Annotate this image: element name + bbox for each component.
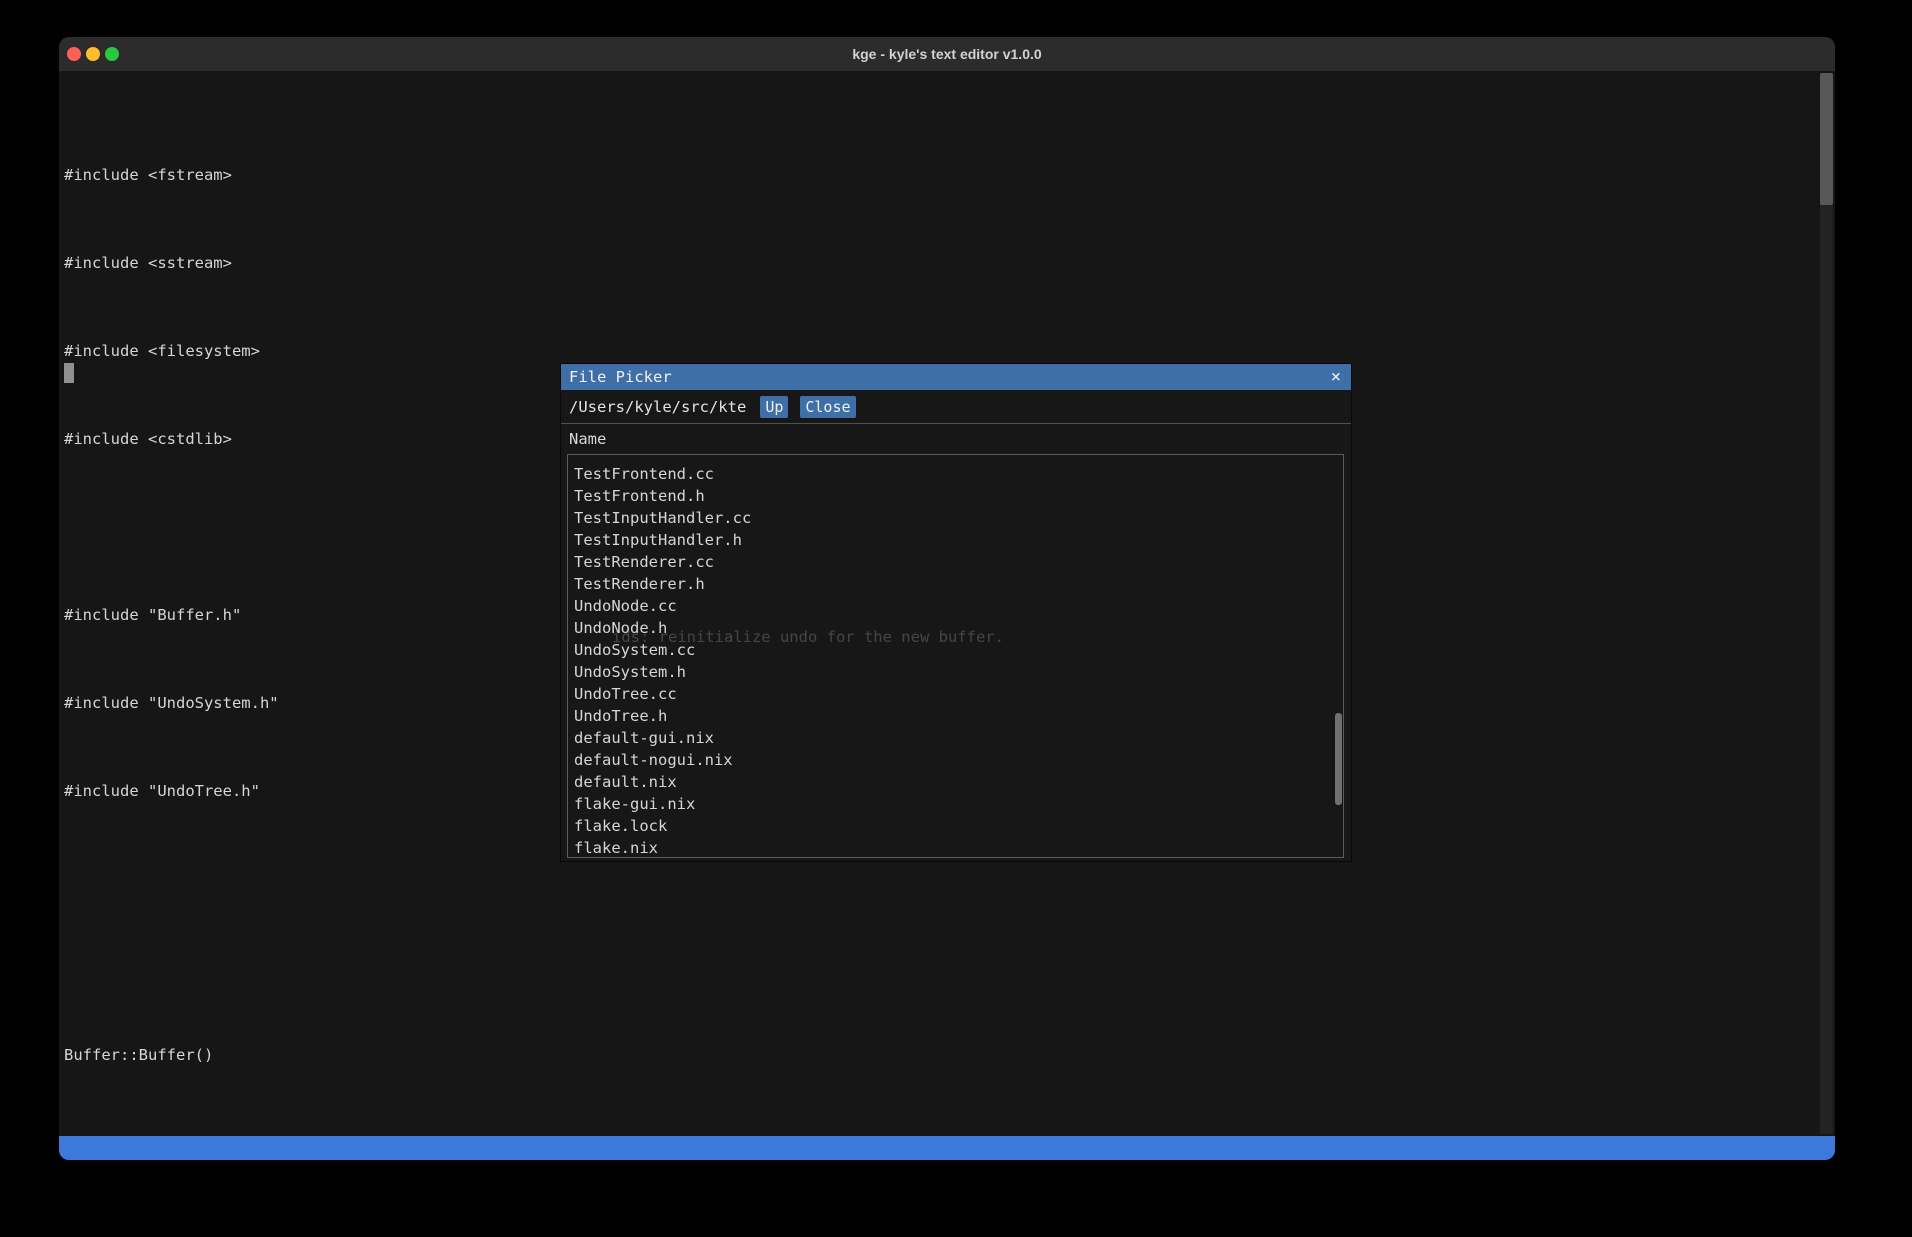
- dialog-path-row: /Users/kyle/src/kte Up Close: [561, 390, 1351, 423]
- file-item[interactable]: TestRenderer.h: [574, 573, 1343, 595]
- file-picker-dialog: File Picker × /Users/kyle/src/kte Up Clo…: [561, 364, 1351, 861]
- editor-scrollbar-thumb[interactable]: [1820, 73, 1833, 205]
- text-cursor: [64, 363, 74, 383]
- zoom-window-button[interactable]: [105, 47, 119, 61]
- file-item[interactable]: TestFrontend.cc: [574, 463, 1343, 485]
- file-item[interactable]: UndoTree.cc: [574, 683, 1343, 705]
- dialog-title: File Picker: [569, 364, 672, 390]
- file-list-scrollbar-thumb[interactable]: [1335, 713, 1342, 805]
- file-item[interactable]: flake.nix: [574, 837, 1343, 858]
- file-item[interactable]: UndoNode.cc: [574, 595, 1343, 617]
- file-item[interactable]: flake-gui.nix: [574, 793, 1343, 815]
- dialog-close-icon[interactable]: ×: [1331, 364, 1341, 390]
- file-item[interactable]: flake.lock: [574, 815, 1343, 837]
- editor-window: kge - kyle's text editor v1.0.0 #include…: [59, 37, 1835, 1160]
- file-item[interactable]: TestInputHandler.cc: [574, 507, 1343, 529]
- close-window-button[interactable]: [67, 47, 81, 61]
- code-line[interactable]: #include <filesystem>: [64, 340, 717, 362]
- file-item[interactable]: default.nix: [574, 771, 1343, 793]
- up-button[interactable]: Up: [760, 396, 788, 418]
- code-line[interactable]: #include <fstream>: [64, 164, 717, 186]
- close-button[interactable]: Close: [800, 396, 855, 418]
- window-title: kge - kyle's text editor v1.0.0: [59, 37, 1835, 71]
- file-item[interactable]: UndoNode.h: [574, 617, 1343, 639]
- name-column-header: Name: [561, 424, 1351, 454]
- file-list: TestFrontend.cc TestFrontend.h TestInput…: [567, 454, 1344, 858]
- file-item[interactable]: default-gui.nix: [574, 727, 1343, 749]
- window-titlebar[interactable]: kge - kyle's text editor v1.0.0: [59, 37, 1835, 71]
- code-line[interactable]: #include <sstream>: [64, 252, 717, 274]
- code-line[interactable]: [64, 956, 717, 978]
- file-item[interactable]: UndoSystem.cc: [574, 639, 1343, 661]
- file-item[interactable]: TestInputHandler.h: [574, 529, 1343, 551]
- code-line[interactable]: Buffer::Buffer(): [64, 1044, 717, 1066]
- editor-scrollbar[interactable]: [1820, 73, 1833, 1134]
- file-item[interactable]: TestFrontend.h: [574, 485, 1343, 507]
- code-line[interactable]: [64, 868, 717, 890]
- file-item[interactable]: UndoTree.h: [574, 705, 1343, 727]
- file-item[interactable]: TestRenderer.cc: [574, 551, 1343, 573]
- status-bar: kge v1.0.0 [1/1] Buffer.cc 486L Open Fil…: [59, 1136, 1835, 1160]
- minimize-window-button[interactable]: [86, 47, 100, 61]
- file-item[interactable]: default-nogui.nix: [574, 749, 1343, 771]
- file-item[interactable]: UndoSystem.h: [574, 661, 1343, 683]
- current-path: /Users/kyle/src/kte: [569, 398, 746, 416]
- dialog-titlebar[interactable]: File Picker ×: [561, 364, 1351, 390]
